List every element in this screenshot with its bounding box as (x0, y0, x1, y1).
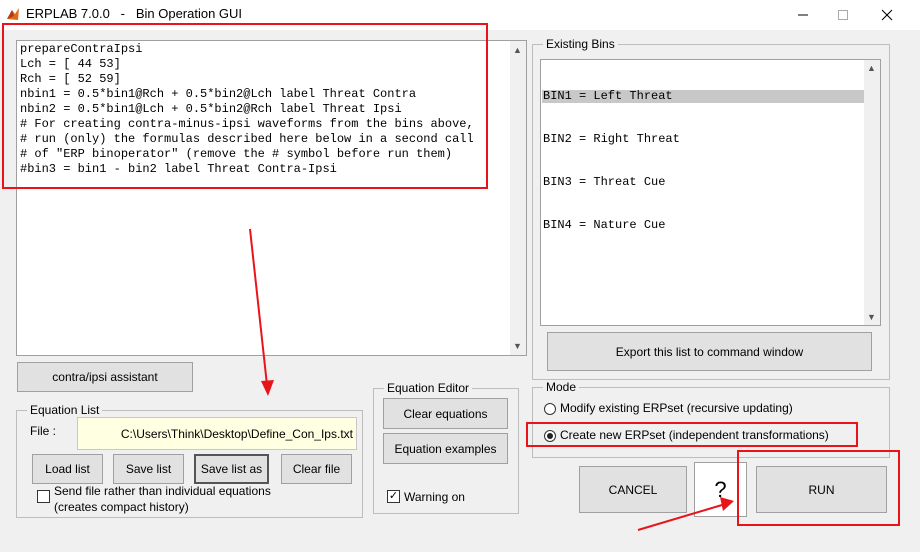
create-erpset-label: Create new ERPset (independent transform… (560, 428, 829, 442)
modify-erpset-radio[interactable] (544, 403, 556, 415)
close-icon[interactable] (864, 0, 910, 30)
cancel-button[interactable]: CANCEL (579, 466, 687, 513)
equation-list-title: Equation List (27, 403, 103, 417)
maximize-icon[interactable] (820, 0, 866, 30)
editor-line: # run (only) the formulas described here… (20, 132, 474, 146)
bins-scrollbar[interactable]: ▲ ▼ (864, 60, 880, 325)
send-file-label-line-2: (creates compact history) (54, 500, 189, 514)
export-list-button[interactable]: Export this list to command window (547, 332, 872, 371)
contra-ipsi-assistant-button[interactable]: contra/ipsi assistant (17, 362, 193, 392)
editor-line: Rch = [ 52 59] (20, 72, 121, 86)
scroll-up-icon[interactable]: ▲ (513, 45, 522, 55)
clear-equations-button[interactable]: Clear equations (383, 398, 508, 429)
editor-line: # For creating contra-minus-ipsi wavefor… (20, 117, 474, 131)
file-path-field[interactable]: C:\Users\Think\Desktop\Define_Con_Ips.tx… (77, 417, 357, 450)
equation-editor-title: Equation Editor (384, 381, 473, 395)
editor-line: #bin3 = bin1 - bin2 label Threat Contra-… (20, 162, 337, 176)
warning-label: Warning on (404, 490, 465, 504)
matlab-logo-icon (6, 7, 20, 21)
existing-bins-title: Existing Bins (543, 37, 618, 51)
scroll-down-icon[interactable]: ▼ (867, 312, 876, 322)
editor-line: Lch = [ 44 53] (20, 57, 121, 71)
scroll-down-icon[interactable]: ▼ (513, 341, 522, 351)
editor-scrollbar[interactable]: ▲ ▼ (510, 41, 526, 355)
list-item[interactable]: BIN1 = Left Threat (542, 90, 864, 103)
editor-line: prepareContraIpsi (20, 42, 143, 56)
equation-text: prepareContraIpsi Lch = [ 44 53] Rch = [ 5… (20, 42, 474, 177)
save-list-as-button[interactable]: Save list as (194, 454, 269, 484)
send-file-label: Send file rather than individual equatio… (54, 483, 271, 515)
bins-listbox[interactable]: BIN1 = Left Threat BIN2 = Right Threat B… (540, 59, 881, 326)
help-button[interactable]: ? (694, 462, 747, 517)
mode-panel: Mode (532, 380, 890, 458)
modify-erpset-label: Modify existing ERPset (recursive updati… (560, 401, 793, 415)
list-item[interactable]: BIN4 = Nature Cue (542, 219, 864, 232)
load-list-button[interactable]: Load list (32, 454, 103, 484)
clear-file-button[interactable]: Clear file (281, 454, 352, 484)
editor-line: nbin2 = 0.5*bin1@Lch + 0.5*bin2@Rch labe… (20, 102, 402, 116)
equation-examples-button[interactable]: Equation examples (383, 433, 508, 464)
editor-line: # of "ERP binoperator" (remove the # sym… (20, 147, 453, 161)
annotation-arrowhead-down (261, 380, 274, 396)
equation-editor-textarea[interactable]: prepareContraIpsi Lch = [ 44 53] Rch = [ 5… (16, 40, 527, 356)
create-erpset-radio[interactable] (544, 430, 556, 442)
editor-line: nbin1 = 0.5*bin1@Rch + 0.5*bin2@Lch labe… (20, 87, 417, 101)
window-title: ERPLAB 7.0.0 - Bin Operation GUI (26, 6, 243, 21)
list-item[interactable]: BIN3 = Threat Cue (542, 176, 864, 189)
list-item[interactable]: BIN2 = Right Threat (542, 133, 864, 146)
mode-title: Mode (543, 380, 580, 394)
scroll-up-icon[interactable]: ▲ (867, 63, 876, 73)
file-label: File : (30, 424, 57, 438)
run-button[interactable]: RUN (756, 466, 887, 513)
send-file-checkbox[interactable] (37, 490, 50, 503)
save-list-button[interactable]: Save list (113, 454, 184, 484)
send-file-label-line-1: Send file rather than individual equatio… (54, 484, 271, 498)
warning-checkbox[interactable]: ✓ (387, 490, 400, 503)
